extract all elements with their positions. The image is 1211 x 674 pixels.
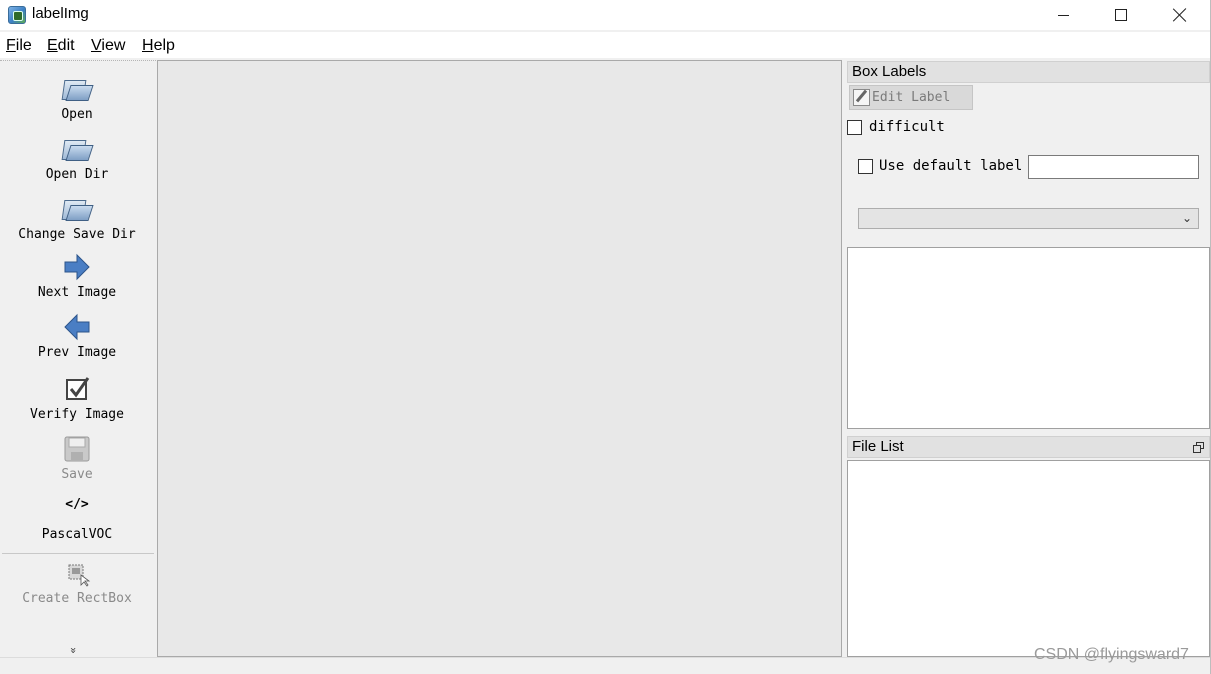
save-button[interactable]: Save: [0, 433, 154, 482]
folder-open-icon: [61, 133, 94, 165]
menu-view[interactable]: View: [91, 37, 125, 57]
checkbox-check-icon: [61, 373, 93, 405]
box-labels-title: Box Labels: [847, 61, 1210, 83]
open-button[interactable]: Open: [0, 73, 154, 122]
toolbar-separator: [2, 553, 154, 554]
arrow-right-icon: [61, 251, 93, 283]
dock-float-icon[interactable]: [1193, 442, 1204, 453]
image-canvas[interactable]: [157, 60, 842, 657]
folder-open-icon: [61, 73, 94, 105]
floppy-disk-icon: [61, 433, 93, 465]
format-pascalvoc-button[interactable]: </> PascalVOC: [0, 497, 154, 542]
difficult-checkbox[interactable]: [847, 120, 862, 135]
toolbar-expand-icon[interactable]: »: [67, 647, 80, 654]
box-labels-list[interactable]: [847, 247, 1210, 429]
arrow-left-icon: [61, 311, 93, 343]
code-icon: </>: [65, 497, 89, 512]
label-combo-box[interactable]: ⌄: [858, 208, 1199, 229]
app-icon: [8, 6, 26, 24]
prev-image-button[interactable]: Prev Image: [0, 311, 154, 360]
minimize-icon: [1057, 14, 1069, 16]
use-default-label-label: Use default label: [879, 158, 1023, 174]
default-label-input[interactable]: [1028, 155, 1199, 179]
rectbox-icon: [61, 557, 93, 589]
folder-open-icon: [61, 193, 94, 225]
chevron-down-icon: ⌄: [1181, 211, 1192, 225]
file-list-title: File List: [847, 436, 1210, 458]
close-button[interactable]: [1151, 0, 1209, 30]
open-dir-button[interactable]: Open Dir: [0, 133, 154, 182]
create-rectbox-button[interactable]: Create RectBox: [0, 557, 154, 606]
window-title: labelImg: [32, 5, 89, 22]
menu-file[interactable]: File: [6, 37, 32, 57]
maximize-icon: [1115, 9, 1127, 21]
watermark: CSDN @flyingsward7: [1034, 646, 1189, 663]
minimize-button[interactable]: [1034, 0, 1092, 30]
maximize-button[interactable]: [1092, 0, 1150, 30]
edit-label-button[interactable]: Edit Label: [849, 85, 973, 110]
edit-pencil-icon: [853, 89, 870, 106]
next-image-button[interactable]: Next Image: [0, 251, 154, 300]
status-bar: [0, 657, 1211, 674]
close-icon: [1173, 8, 1187, 22]
difficult-label: difficult: [869, 119, 945, 135]
toolbar: Open Open Dir Change Save Dir Next Image…: [0, 60, 156, 657]
verify-image-button[interactable]: Verify Image: [0, 373, 154, 422]
use-default-label-checkbox[interactable]: [858, 159, 873, 174]
file-list[interactable]: [847, 460, 1210, 657]
menu-edit[interactable]: Edit: [47, 37, 75, 57]
menu-bar: File Edit View Help: [0, 32, 1211, 58]
title-bar: labelImg: [0, 0, 1211, 30]
change-save-dir-button[interactable]: Change Save Dir: [0, 193, 154, 242]
menu-help[interactable]: Help: [142, 37, 175, 57]
